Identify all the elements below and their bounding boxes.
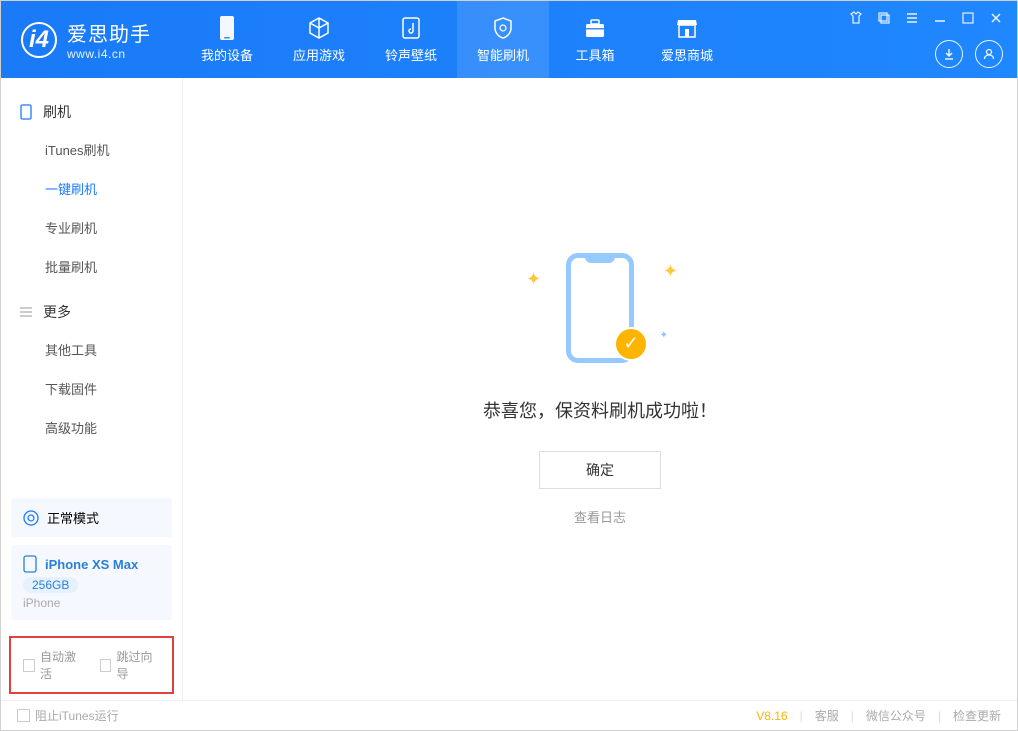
nav-tabs: 我的设备 应用游戏 铃声壁纸 智能刷机 工具箱 爱思商城 [181,1,733,78]
device-type: iPhone [23,596,160,610]
app-logo: i4 爱思助手 www.i4.cn [21,18,151,61]
checkbox-label: 阻止iTunes运行 [35,707,119,724]
shop-icon [674,15,700,41]
tab-label: 我的设备 [201,45,253,64]
version-label: V8.16 [756,709,787,723]
section-title: 刷机 [43,102,71,122]
checkbox-icon [17,709,30,722]
confirm-button[interactable]: 确定 [539,451,661,489]
sidebar: 刷机 iTunes刷机 一键刷机 专业刷机 批量刷机 更多 其他工具 下载固件 … [1,78,183,700]
success-message: 恭喜您，保资料刷机成功啦！ [483,397,717,423]
window-controls [847,9,1005,27]
tab-store[interactable]: 爱思商城 [641,1,733,78]
user-account-button[interactable] [975,40,1003,68]
close-button[interactable] [987,9,1005,27]
device-mode-indicator[interactable]: 正常模式 [11,498,172,537]
main-content: ✦ ✦ ✦ ✓ 恭喜您，保资料刷机成功啦！ 确定 查看日志 [183,78,1017,700]
separator: | [800,709,803,723]
tab-label: 铃声壁纸 [385,45,437,64]
checkbox-label: 自动激活 [40,648,84,682]
checkbox-icon [100,659,112,672]
flash-options-row: 自动激活 跳过向导 [9,636,174,694]
sidebar-section-flash: 刷机 [1,94,182,130]
checkbox-block-itunes[interactable]: 阻止iTunes运行 [17,707,119,724]
sparkle-icon: ✦ [660,330,668,341]
phone-icon [23,555,37,573]
sidebar-item-batch-flash[interactable]: 批量刷机 [1,247,182,286]
device-capacity: 256GB [23,577,78,593]
minimize-button[interactable] [931,9,949,27]
section-title: 更多 [43,302,71,322]
tab-apps-games[interactable]: 应用游戏 [273,1,365,78]
tab-ringtone-wallpaper[interactable]: 铃声壁纸 [365,1,457,78]
sidebar-item-advanced[interactable]: 高级功能 [1,408,182,447]
checkbox-label: 跳过向导 [116,648,160,682]
sparkle-icon: ✦ [526,269,541,290]
sync-icon [23,510,39,526]
app-title: 爱思助手 [67,18,151,47]
tab-label: 工具箱 [575,45,614,64]
music-note-icon [398,15,424,41]
layers-icon[interactable] [875,9,893,27]
download-button[interactable] [935,40,963,68]
app-header: i4 爱思助手 www.i4.cn 我的设备 应用游戏 铃声壁纸 智能刷机 工具… [1,1,1017,78]
sidebar-item-other-tools[interactable]: 其他工具 [1,330,182,369]
footer-link-wechat[interactable]: 微信公众号 [866,707,926,724]
shield-sync-icon [490,15,516,41]
footer-link-update[interactable]: 检查更新 [953,707,1001,724]
separator: | [938,709,941,723]
status-bar: 阻止iTunes运行 V8.16 | 客服 | 微信公众号 | 检查更新 [1,700,1017,730]
device-info-card[interactable]: iPhone XS Max 256GB iPhone [11,545,172,620]
list-icon [19,305,33,319]
sidebar-section-more: 更多 [1,294,182,330]
sidebar-item-oneclick-flash[interactable]: 一键刷机 [1,169,182,208]
logo-icon: i4 [21,22,57,58]
footer-link-service[interactable]: 客服 [815,707,839,724]
separator: | [851,709,854,723]
sidebar-item-pro-flash[interactable]: 专业刷机 [1,208,182,247]
sidebar-item-download-firmware[interactable]: 下载固件 [1,369,182,408]
app-subtitle: www.i4.cn [67,47,151,61]
device-icon [19,105,33,119]
sidebar-item-itunes-flash[interactable]: iTunes刷机 [1,130,182,169]
checkbox-auto-activate[interactable]: 自动激活 [23,648,84,682]
success-check-icon: ✓ [614,327,648,361]
tshirt-icon[interactable] [847,9,865,27]
toolbox-icon [582,15,608,41]
checkbox-icon [23,659,35,672]
header-user-area [935,40,1003,68]
menu-icon[interactable] [903,9,921,27]
success-illustration: ✦ ✦ ✦ ✓ [520,253,680,373]
tab-label: 应用游戏 [293,45,345,64]
tab-smart-flash[interactable]: 智能刷机 [457,1,549,78]
device-mode-label: 正常模式 [47,508,99,527]
tab-toolbox[interactable]: 工具箱 [549,1,641,78]
checkbox-skip-guide[interactable]: 跳过向导 [100,648,161,682]
cube-icon [306,15,332,41]
device-name: iPhone XS Max [45,557,138,572]
view-log-link[interactable]: 查看日志 [574,507,626,526]
tab-label: 爱思商城 [661,45,713,64]
tab-label: 智能刷机 [477,45,529,64]
tab-my-device[interactable]: 我的设备 [181,1,273,78]
sparkle-icon: ✦ [663,261,678,282]
maximize-button[interactable] [959,9,977,27]
phone-icon [214,15,240,41]
